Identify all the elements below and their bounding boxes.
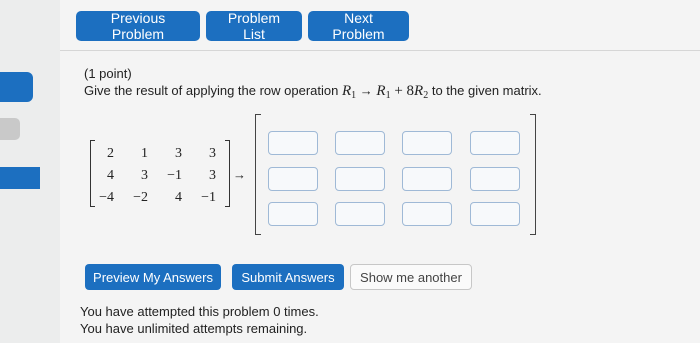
- matrix-cell: −1: [167, 168, 182, 183]
- attempts-text: You have attempted this problem 0 times.: [80, 304, 319, 319]
- prompt-text: Give the result of applying the row oper…: [84, 83, 342, 98]
- matrix-cell: 1: [141, 146, 148, 161]
- answer-input[interactable]: [268, 202, 318, 226]
- arrow-icon: →: [233, 167, 246, 182]
- sidebar-tab[interactable]: [0, 118, 20, 140]
- answer-input[interactable]: [470, 202, 520, 226]
- sidebar-tab[interactable]: [0, 167, 40, 189]
- previous-problem-button[interactable]: Previous Problem: [76, 10, 200, 42]
- answer-input[interactable]: [470, 131, 520, 155]
- answer-input[interactable]: [402, 167, 452, 191]
- answer-input[interactable]: [268, 131, 318, 155]
- points-label: (1 point): [84, 66, 132, 81]
- show-another-button[interactable]: Show me another: [350, 264, 472, 290]
- answer-bracket-right: [530, 114, 536, 235]
- matrix-cell: −2: [133, 190, 148, 205]
- matrix-cell: 2: [107, 146, 114, 161]
- answer-input[interactable]: [268, 167, 318, 191]
- problem-prompt: Give the result of applying the row oper…: [84, 83, 542, 101]
- row-op-rhs: R1 + 8R2: [376, 83, 429, 101]
- answer-input[interactable]: [470, 167, 520, 191]
- row-op-lhs: R1: [341, 83, 357, 101]
- row-op-arrow: →: [359, 83, 373, 98]
- answer-input[interactable]: [402, 131, 452, 155]
- matrix-cell: 3: [209, 146, 216, 161]
- answer-input[interactable]: [335, 131, 385, 155]
- matrix-cell: −4: [99, 190, 114, 205]
- sidebar-tab[interactable]: [0, 72, 33, 102]
- answer-input[interactable]: [335, 167, 385, 191]
- prompt-text-end: to the given matrix.: [428, 83, 542, 98]
- next-problem-button[interactable]: Next Problem: [308, 10, 409, 42]
- answer-bracket-left: [255, 114, 261, 235]
- matrix-cell: 4: [175, 190, 182, 205]
- matrix-cell: 3: [175, 146, 182, 161]
- submit-answers-button[interactable]: Submit Answers: [232, 264, 344, 290]
- answer-input[interactable]: [402, 202, 452, 226]
- matrix-cell: 3: [141, 168, 148, 183]
- problem-list-button[interactable]: Problem List: [206, 10, 302, 42]
- divider: [60, 50, 700, 51]
- attempts-remaining-text: You have unlimited attempts remaining.: [80, 321, 308, 336]
- matrix-cell: 4: [107, 168, 114, 183]
- matrix-cell: −1: [201, 190, 216, 205]
- matrix-cell: 3: [209, 168, 216, 183]
- answer-input[interactable]: [335, 202, 385, 226]
- matrix-bracket-right: [225, 140, 230, 207]
- preview-answers-button[interactable]: Preview My Answers: [85, 264, 221, 290]
